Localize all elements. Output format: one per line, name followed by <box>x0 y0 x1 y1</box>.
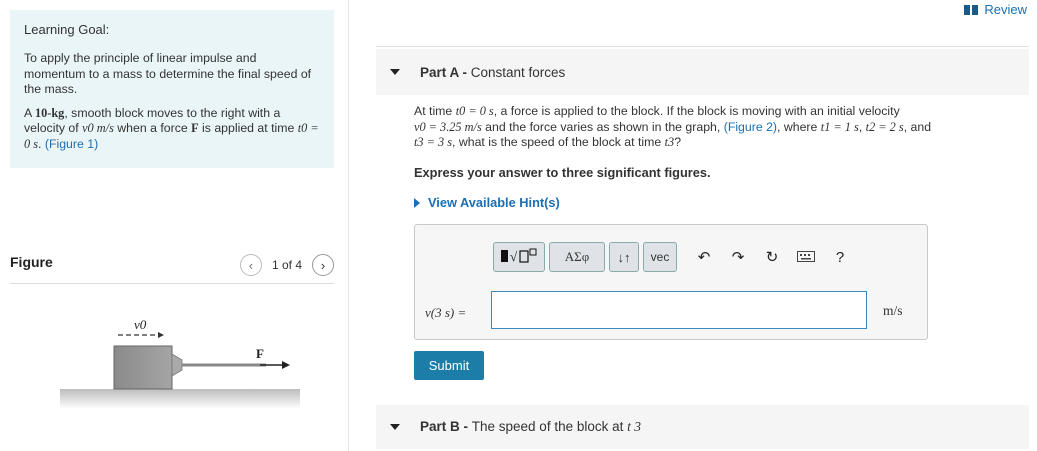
figure-counter: 1 of 4 <box>271 258 302 272</box>
part-b-prefix: Part B - <box>420 419 472 434</box>
force-label: F <box>256 346 264 361</box>
column-divider <box>348 0 349 451</box>
answer-input[interactable] <box>491 291 867 329</box>
t0-eq: t0 = 0 s <box>455 104 494 118</box>
part-b-title: The speed of the block at <box>471 419 628 434</box>
instruction-text: Express your answer to three significant… <box>414 165 711 180</box>
redo-button[interactable]: ↷ <box>721 242 755 272</box>
submit-button[interactable]: Submit <box>414 351 484 380</box>
help-button[interactable]: ? <box>823 242 857 272</box>
arrows-label: ↓↑ <box>617 249 631 265</box>
block-figure: v0 F <box>60 317 320 418</box>
part-a-problem: At time t0 = 0 s, a force is applied to … <box>414 104 932 149</box>
math-toolbar: √ ΑΣφ ↓↑ vec ↶ ↷ ↻ ? <box>493 242 857 272</box>
templates-icon: √ <box>500 247 538 268</box>
undo-button[interactable]: ↶ <box>687 242 721 272</box>
review-label: Review <box>984 2 1027 17</box>
problem-statement: A 10-kg, smooth block moves to the right… <box>24 105 319 151</box>
v0-symbol: v0 m/s <box>82 121 114 135</box>
figure-header: Figure ‹ 1 of 4 › <box>10 248 334 284</box>
t2-eq: t2 = 2 s <box>865 119 904 134</box>
answer-label: v(3 s) = <box>425 305 467 320</box>
part-a-header[interactable]: Part A - Constant forces <box>376 49 1029 95</box>
vector-button[interactable]: vec <box>643 242 677 272</box>
force-arrowhead <box>282 361 290 369</box>
t3-eq: t3 = 3 s <box>414 135 453 149</box>
learning-goal-text: To apply the principle of linear impulse… <box>24 51 312 96</box>
figure-1-link[interactable]: (Figure 1) <box>45 137 98 151</box>
figure-label: Figure <box>10 254 53 270</box>
caret-down-icon <box>390 69 400 75</box>
figure-2-link[interactable]: (Figure 2) <box>724 120 777 134</box>
answer-panel: √ ΑΣφ ↓↑ vec ↶ ↷ ↻ ? v(3 s) = m/s <box>414 224 928 340</box>
force-symbol: F <box>191 121 199 135</box>
part-a-prefix: Part A - <box>420 64 471 80</box>
reset-icon: ↻ <box>765 249 779 266</box>
part-a-title: Constant forces <box>470 64 566 80</box>
t3-symbol: t3 <box>664 135 675 149</box>
help-label: ? <box>835 248 845 266</box>
figure-navigation: ‹ 1 of 4 › <box>239 254 334 276</box>
mass-value: 10-kg <box>34 105 65 120</box>
subscript-button[interactable]: ↓↑ <box>609 242 639 272</box>
greek-button[interactable]: ΑΣφ <box>549 242 605 272</box>
unit-label: m/s <box>883 303 903 318</box>
hints-label: View Available Hint(s) <box>428 195 560 210</box>
block <box>113 345 173 390</box>
review-link[interactable]: Review <box>964 2 1027 17</box>
part-b-header[interactable]: Part B - The speed of the block at t 3 <box>376 405 1029 449</box>
chevron-left-icon: ‹ <box>248 257 254 273</box>
templates-button[interactable]: √ <box>493 242 545 272</box>
t1-eq: t1 = 1 s <box>820 119 859 134</box>
block-hitch <box>171 353 183 377</box>
view-hints-link[interactable]: View Available Hint(s) <box>414 195 560 210</box>
part-b-t3: t 3 <box>627 419 642 434</box>
reset-button[interactable]: ↻ <box>755 242 789 272</box>
keyboard-button[interactable] <box>789 242 823 272</box>
undo-icon: ↶ <box>697 249 711 266</box>
keyboard-icon <box>797 249 815 266</box>
caret-down-icon <box>390 424 400 430</box>
learning-goal-panel: Learning Goal: To apply the principle of… <box>10 10 334 168</box>
header-rule <box>376 46 1029 47</box>
svg-text:√: √ <box>510 249 518 264</box>
velocity-arrowhead <box>158 332 164 338</box>
vec-label: vec <box>650 250 670 264</box>
redo-icon: ↷ <box>731 249 745 266</box>
chevron-right-icon: › <box>320 257 326 273</box>
caret-right-icon <box>414 197 420 208</box>
next-figure-button[interactable]: › <box>312 254 334 276</box>
learning-goal-title: Learning Goal: <box>24 22 110 37</box>
greek-label: ΑΣφ <box>564 249 590 264</box>
v0-eq: v0 = 3.25 m/s <box>414 119 482 134</box>
prev-figure-button[interactable]: ‹ <box>239 254 262 276</box>
book-icon <box>964 4 979 15</box>
v0-label: v0 <box>134 318 147 332</box>
ground-surface <box>60 389 300 409</box>
